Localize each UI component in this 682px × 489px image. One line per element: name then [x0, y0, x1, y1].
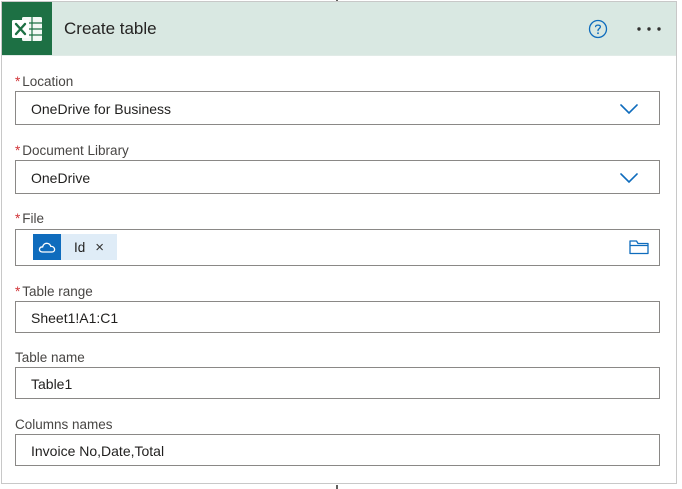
- token-remove-button[interactable]: ×: [95, 240, 104, 255]
- chevron-down-icon: [620, 173, 638, 184]
- required-marker: *: [15, 143, 21, 158]
- document-library-dropdown[interactable]: OneDrive: [15, 160, 660, 194]
- required-marker: *: [15, 284, 21, 299]
- help-button[interactable]: [588, 19, 608, 39]
- columns-names-value: Invoice No,Date,Total: [31, 443, 165, 459]
- connector-bottom: [336, 485, 338, 489]
- document-library-label: * Document Library: [15, 143, 129, 158]
- onedrive-icon: [33, 234, 61, 260]
- table-range-value: Sheet1!A1:C1: [31, 310, 119, 326]
- card-header[interactable]: Create table: [2, 2, 676, 56]
- columns-names-label: Columns names: [15, 417, 113, 432]
- token-label: Id: [74, 239, 86, 255]
- more-ellipsis-icon: [637, 27, 661, 31]
- table-range-label: * Table range: [15, 284, 93, 299]
- file-label: * File: [15, 211, 44, 226]
- file-picker-field[interactable]: Id ×: [15, 229, 660, 266]
- table-name-input[interactable]: Table1: [15, 367, 660, 399]
- columns-names-label-text: Columns names: [15, 417, 113, 432]
- table-name-value: Table1: [31, 376, 73, 392]
- dynamic-content-token[interactable]: Id ×: [33, 234, 117, 260]
- action-card: Create table * Location OneDrive for Busi…: [1, 1, 677, 484]
- folder-icon[interactable]: [629, 239, 649, 255]
- location-dropdown[interactable]: OneDrive for Business: [15, 91, 660, 125]
- table-name-label: Table name: [15, 350, 85, 365]
- table-name-label-text: Table name: [15, 350, 85, 365]
- document-library-label-text: Document Library: [22, 143, 129, 158]
- location-value: OneDrive for Business: [31, 101, 172, 117]
- card-title: Create table: [64, 19, 157, 38]
- help-circle-icon: [588, 19, 608, 39]
- more-options-button[interactable]: [634, 19, 664, 39]
- file-label-text: File: [22, 211, 45, 226]
- document-library-value: OneDrive: [31, 170, 91, 186]
- excel-icon: [2, 2, 52, 55]
- location-label: * Location: [15, 74, 73, 89]
- columns-names-input[interactable]: Invoice No,Date,Total: [15, 434, 660, 466]
- required-marker: *: [15, 74, 21, 89]
- required-marker: *: [15, 211, 21, 226]
- table-range-label-text: Table range: [22, 284, 93, 299]
- location-label-text: Location: [22, 74, 74, 89]
- chevron-down-icon: [620, 104, 638, 115]
- table-range-input[interactable]: Sheet1!A1:C1: [15, 301, 660, 333]
